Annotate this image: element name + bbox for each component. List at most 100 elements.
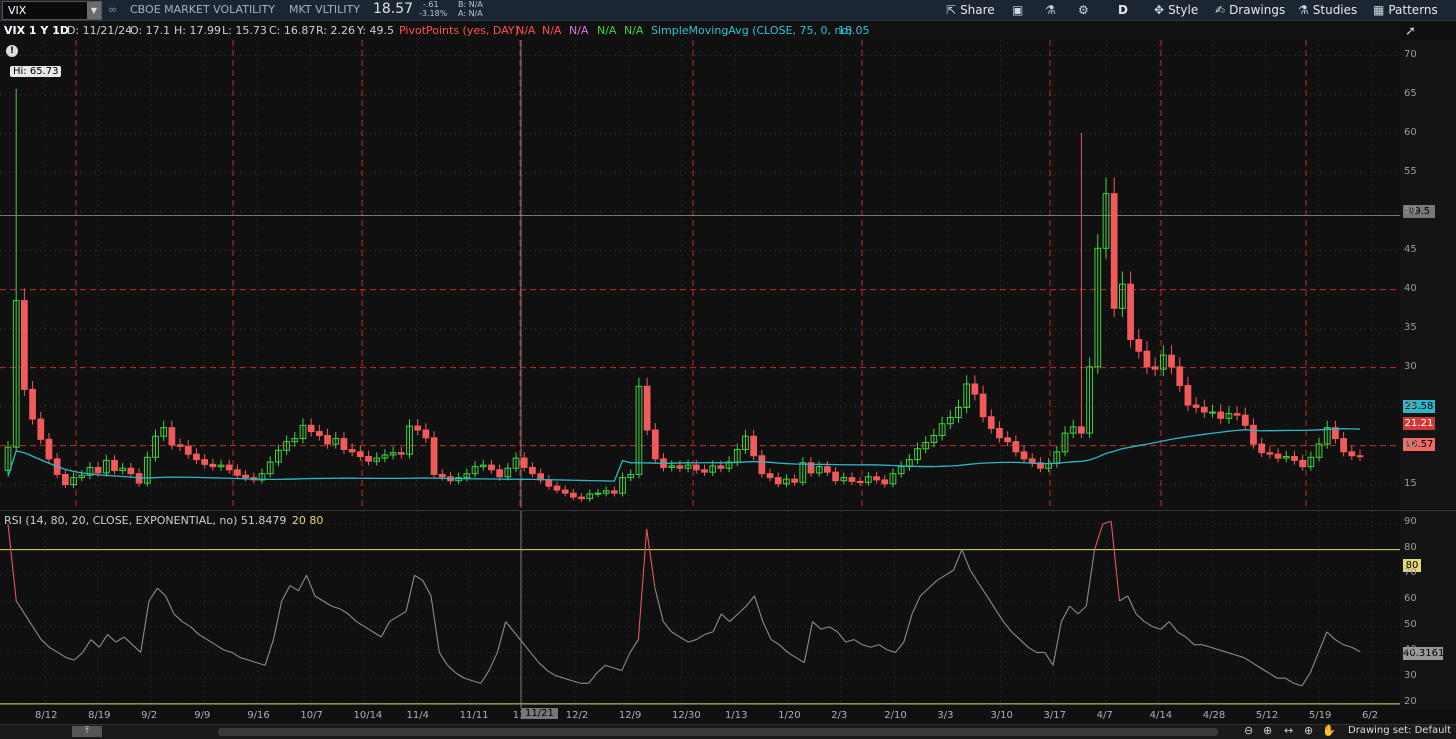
rsi-study-label[interactable]: RSI (14, 80, 20, CLOSE, EXPONENTIAL, no) [4, 514, 237, 527]
candle-body [651, 429, 659, 460]
settings-button[interactable]: ⚙ [1078, 1, 1093, 19]
camera-icon: ▣ [1012, 3, 1024, 17]
candle-body [414, 425, 422, 431]
info-icon[interactable]: ! [6, 45, 18, 57]
rsi-segment [1268, 672, 1278, 679]
link-icon[interactable]: ∞ [108, 3, 117, 16]
symbol-description: CBOE MARKET VOLATILITY [130, 3, 275, 16]
x-tick-label: 2/3 [831, 710, 848, 721]
patterns-button[interactable]: ▦ Patterns [1373, 1, 1438, 19]
candle-body [774, 477, 782, 485]
rsi-segment [1044, 652, 1054, 666]
candle-body [201, 459, 209, 465]
rsi-segment [464, 677, 473, 682]
rsi-segment [24, 613, 34, 628]
pan-icon[interactable]: ↔ [1284, 724, 1293, 737]
candle-body [496, 469, 504, 478]
rsi-segment [107, 634, 117, 643]
rsi-segment [49, 646, 59, 653]
rsi-segment [156, 587, 166, 597]
rsi-segment [1019, 639, 1029, 648]
rsi-segment [704, 631, 714, 635]
candle-body [1291, 456, 1298, 461]
rsi-segment [779, 644, 789, 653]
rsi-segment [1343, 644, 1352, 648]
x-tick-label: 3/3 [937, 710, 954, 721]
snapshot-button[interactable]: ▣ [1012, 1, 1027, 19]
rsi-segment [1027, 646, 1037, 653]
scroll-left-icon[interactable]: ⤒ [72, 726, 102, 737]
rsi-value: 51.8479 [240, 514, 287, 527]
rsi-segment [215, 644, 224, 651]
x-tick-label: 12/2 [565, 710, 589, 721]
rsi-segment [687, 639, 697, 643]
rsi-chart-svg [0, 511, 1400, 709]
candle-body [365, 456, 372, 462]
style-button[interactable]: ✥ Style [1154, 1, 1198, 19]
x-tick-label: 1/13 [725, 710, 748, 721]
rsi-segment [745, 595, 755, 607]
x-tick-label: 2/10 [884, 710, 907, 721]
x-tick-label: 4/7 [1096, 710, 1113, 721]
drawings-button[interactable]: ✍ Drawings [1215, 1, 1285, 19]
rsi-segment [920, 587, 930, 597]
rsi-segment [1110, 521, 1121, 602]
candle-body [127, 467, 135, 475]
zoom-in-icon[interactable]: ⊕ [1263, 724, 1272, 737]
price-chart-svg [0, 40, 1400, 508]
share-button[interactable]: ⇱ Share [946, 1, 995, 19]
symbol-input[interactable]: VIX ▼ [2, 1, 102, 20]
studies-button[interactable]: ⚗ Studies [1298, 1, 1357, 19]
aggregation-button[interactable]: D [1118, 1, 1128, 19]
rsi-segment [264, 639, 274, 666]
candle-body [356, 451, 364, 458]
rsi-segment [787, 651, 797, 659]
time-axis[interactable]: 8/12 8/19 9/2 9/9 9/16 10/7 10/14 11/4 11/11 11/2… [0, 708, 1400, 724]
candle-body [643, 385, 651, 431]
drawing-set-label[interactable]: Drawing set: Default [1348, 725, 1451, 736]
price-tick-label: 55 [1404, 165, 1417, 177]
candle-body [430, 437, 438, 475]
drawings-label: Drawings [1229, 3, 1286, 17]
candle-body [209, 463, 217, 468]
symbol-dropdown-icon[interactable]: ▼ [87, 2, 101, 19]
rsi-tick-label: 60 [1404, 593, 1417, 604]
change-value: -.61 [423, 0, 439, 9]
horizontal-scrollbar[interactable] [218, 728, 1218, 736]
candle-body [324, 434, 331, 445]
candle-body [570, 492, 577, 498]
rsi-pane[interactable] [0, 510, 1400, 709]
info-low: L: 15.73 [222, 24, 267, 37]
rsi-segment [505, 621, 515, 633]
candle-body [529, 466, 536, 475]
x-tick-label: 3/10 [990, 710, 1013, 721]
rsi-info: RSI (14, 80, 20, CLOSE, EXPONENTIAL, no)… [4, 514, 323, 527]
chart-period[interactable]: VIX 1 Y 1D [4, 24, 69, 37]
candle-body [758, 455, 766, 475]
rsi-segment [944, 569, 954, 576]
hand-icon[interactable]: ✋ [1322, 724, 1336, 737]
drawing-tool-icon[interactable]: ➚ [1405, 24, 1416, 39]
rsi-segment [198, 633, 208, 641]
rsi-segment [1160, 621, 1170, 630]
candle-body [1209, 411, 1216, 414]
rsi-segment [364, 626, 374, 633]
candle-body [1241, 414, 1249, 426]
rsi-segment [190, 626, 200, 635]
candle-body [29, 388, 36, 420]
crosshair-icon[interactable]: ⊕ [1304, 724, 1313, 737]
zoom-out-icon[interactable]: ⊖ [1244, 724, 1253, 737]
candle-body [340, 438, 348, 450]
price-tick-label: 70 [1404, 48, 1417, 60]
rsi-segment [770, 639, 780, 646]
lab-button[interactable]: ⚗ [1045, 1, 1060, 19]
sma-study-label[interactable]: SimpleMovingAvg (CLOSE, 75, 0, no) [651, 24, 852, 37]
rsi-segment [613, 667, 622, 671]
rsi-segment [762, 621, 772, 640]
price-pane[interactable] [0, 40, 1400, 508]
candle-body [824, 466, 831, 473]
candle-body [1192, 404, 1200, 408]
rsi-segment [231, 651, 241, 659]
candle-body [1266, 452, 1274, 455]
pivot-study-label[interactable]: PivotPoints (yes, DAY) [399, 24, 519, 37]
